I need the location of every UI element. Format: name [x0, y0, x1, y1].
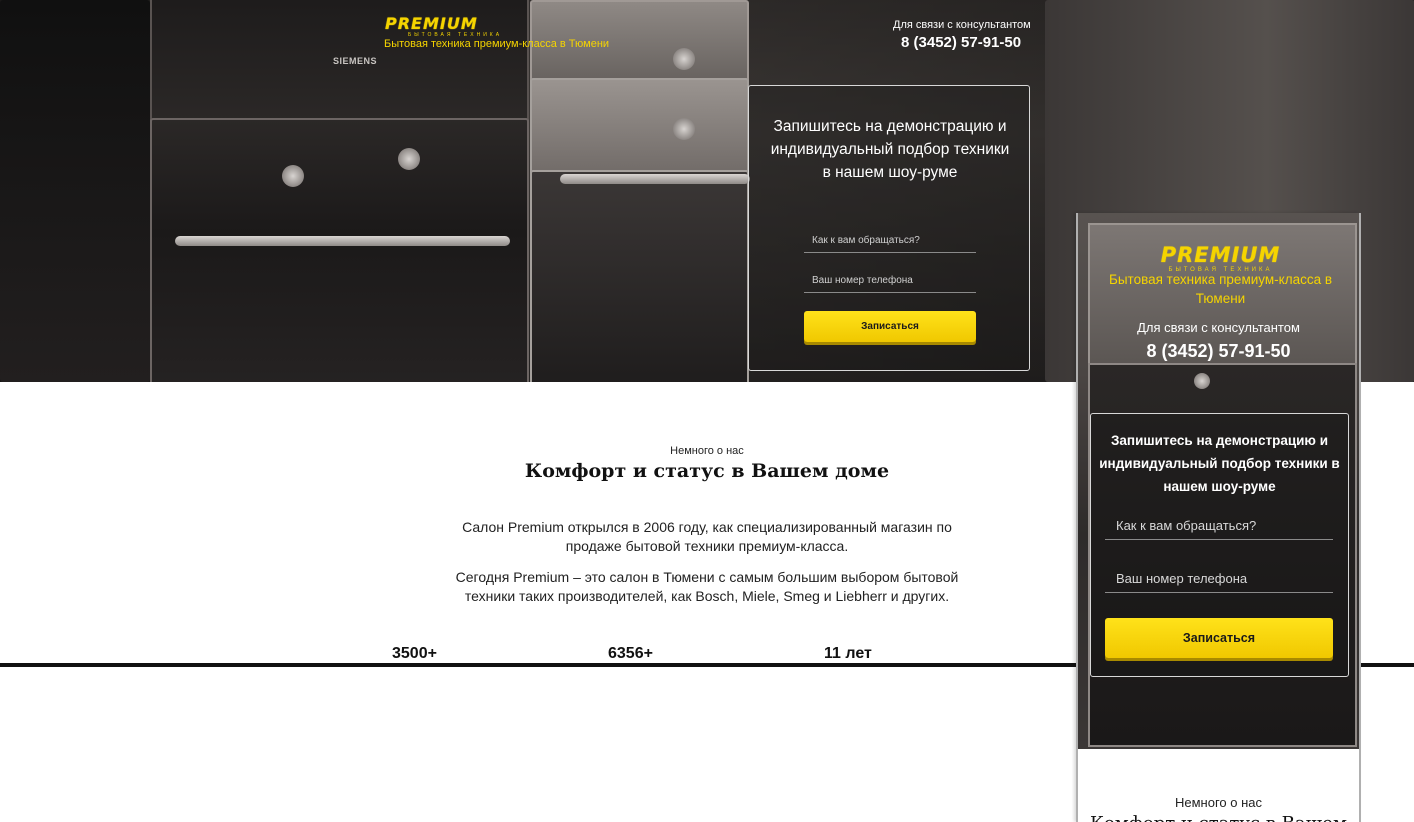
mobile-name-input[interactable] [1105, 512, 1333, 540]
mobile-signup-form: Запишитесь на демонстрацию и индивидуаль… [1090, 413, 1349, 677]
oven-knob [673, 118, 695, 140]
oven-handle [560, 174, 750, 184]
hero-oven-lower-middle [530, 170, 749, 382]
brand-tagline: Бытовая техника премиум-класса в Тюмени [384, 38, 610, 50]
mobile-phone-input[interactable] [1105, 565, 1333, 593]
hero-oven-main [150, 118, 529, 382]
logo-wordmark: PREMIUM [385, 14, 478, 33]
stat-value: 3500+ [392, 645, 437, 662]
mobile-about-eyebrow: Немного о нас [1174, 795, 1262, 810]
hero-bg-dark-panel [0, 0, 150, 382]
mobile-signup-submit-button[interactable]: Записаться [1105, 618, 1333, 658]
mobile-contact-label: Для связи с консультантом [1137, 320, 1300, 335]
logo-wordmark: PREMIUM [1160, 243, 1281, 267]
mobile-brand-tagline: Бытовая техника премиум-класса в Тюмени [1108, 272, 1333, 306]
name-input[interactable] [804, 229, 976, 253]
oven-knob [282, 165, 304, 187]
brand-logo[interactable]: PREMIUM БЫТОВАЯ ТЕХНИКА [385, 16, 525, 38]
mobile-brand-logo[interactable]: PREMIUM БЫТОВАЯ ТЕХНИКА [1128, 243, 1313, 274]
oven-knob [1194, 373, 1210, 389]
stat-value: 11 лет [824, 645, 872, 662]
oven-brand-label: SIEMENS [333, 56, 378, 66]
phone-input[interactable] [804, 269, 976, 293]
mobile-signup-form-title: Запишитесь на демонстрацию и индивидуаль… [1099, 433, 1340, 494]
oven-knob [398, 148, 420, 170]
signup-form: Запишитесь на демонстрацию и индивидуаль… [748, 85, 1030, 371]
mobile-about-title-text: Комфорт и статус в Вашем доме [1078, 815, 1359, 822]
phone-link[interactable]: 8 (3452) 57-91-50 [901, 34, 1021, 51]
stat-value: 6356+ [608, 645, 653, 662]
oven-knob [673, 48, 695, 70]
about-paragraph: Салон Premium открылся в 2006 году, как … [462, 519, 952, 554]
mobile-hero-section: PREMIUM БЫТОВАЯ ТЕХНИКА Бытовая техника … [1078, 213, 1359, 749]
signup-form-title: Запишитесь на демонстрацию и индивидуаль… [770, 118, 1010, 181]
mobile-preview: PREMIUM БЫТОВАЯ ТЕХНИКА Бытовая техника … [1076, 213, 1361, 822]
signup-submit-button[interactable]: Записаться [804, 311, 976, 342]
mobile-phone-link[interactable]: 8 (3452) 57-91-50 [1078, 341, 1359, 362]
about-paragraph: Сегодня Premium – это салон в Тюмени с с… [455, 569, 959, 604]
mobile-about-title: Комфорт и статус в Вашем доме [1078, 815, 1359, 822]
contact-label: Для связи с консультантом [893, 19, 1031, 31]
oven-handle [175, 236, 510, 246]
